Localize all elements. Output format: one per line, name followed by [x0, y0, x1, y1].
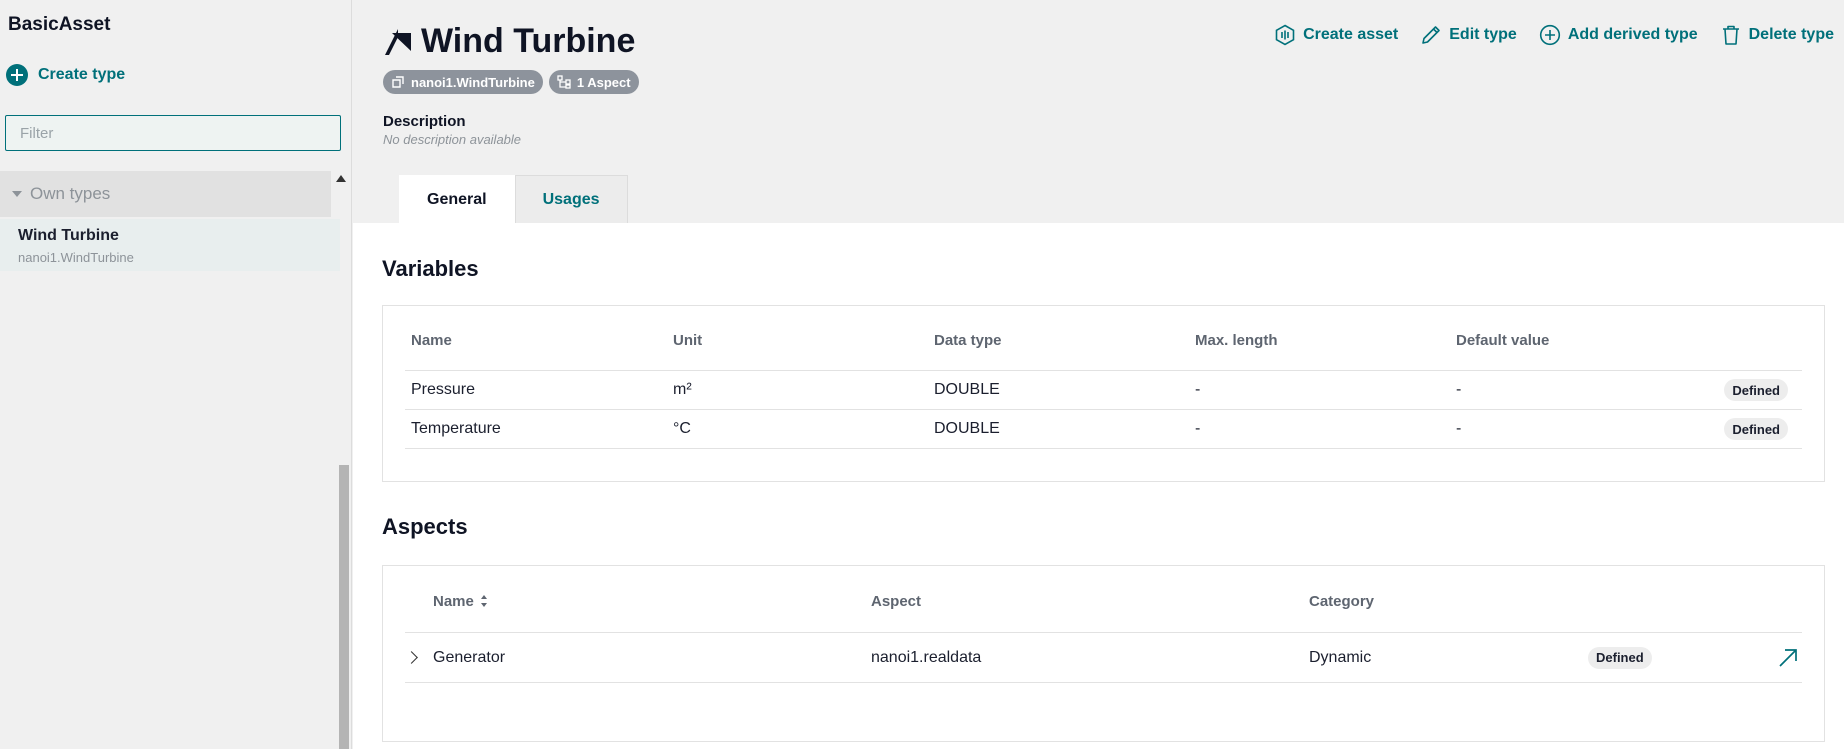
type-badges: nanoi1.WindTurbine 1 Aspect: [383, 70, 639, 94]
tab-bar: General Usages: [399, 175, 628, 223]
caret-down-icon: [12, 191, 22, 197]
open-arrow-icon[interactable]: [1777, 647, 1799, 669]
status-badge: Defined: [1588, 646, 1652, 669]
aspects-card: Name Aspect Category Generator nanoi1.re…: [382, 565, 1825, 742]
variable-name: Pressure: [411, 381, 476, 398]
sidebar-scrollbar[interactable]: [339, 465, 349, 749]
status-badge: Defined: [1724, 418, 1788, 440]
own-types-group-header[interactable]: Own types: [0, 171, 331, 217]
sidebar-item-wind-turbine[interactable]: Wind Turbine nanoi1.WindTurbine: [0, 219, 340, 271]
col-max-length: Max. length: [1195, 331, 1278, 349]
title-row: Wind Turbine: [383, 22, 635, 61]
aspects-title: Aspects: [382, 514, 468, 539]
variable-data-type: DOUBLE: [934, 381, 1000, 398]
chevron-right-icon[interactable]: [405, 651, 418, 664]
variable-default-value: -: [1456, 381, 1462, 398]
description-text: No description available: [383, 132, 522, 147]
variable-max-length: -: [1195, 420, 1201, 437]
group-label: Own types: [30, 184, 111, 203]
type-shape-icon: [392, 76, 404, 88]
filter-input[interactable]: [5, 115, 341, 151]
page-title: Wind Turbine: [421, 22, 636, 60]
delete-type-button[interactable]: Delete type: [1720, 24, 1834, 46]
aspect-count-badge: 1 Aspect: [548, 70, 639, 94]
header-actions: Create asset Edit type Add derived type …: [1274, 24, 1834, 46]
col-data-type: Data type: [934, 331, 1002, 349]
divider: [405, 682, 1802, 683]
create-asset-icon: [1275, 24, 1295, 46]
description-label: Description: [383, 113, 466, 130]
variable-data-type: DOUBLE: [934, 420, 1000, 437]
tree-item-id: nanoi1.WindTurbine: [18, 250, 134, 265]
create-asset-label: Create asset: [1303, 26, 1399, 43]
col-default-value: Default value: [1456, 331, 1550, 349]
create-type-button[interactable]: Create type: [6, 64, 125, 86]
aspect-count-badge-label: 1 Aspect: [576, 74, 631, 90]
variable-max-length: -: [1195, 381, 1201, 398]
tab-usages[interactable]: Usages: [514, 175, 628, 223]
aspects-header-row: Name Aspect Category: [405, 586, 1802, 616]
general-tab-content: Variables Name Unit Data type Max. lengt…: [353, 223, 1844, 749]
type-id-badge: nanoi1.WindTurbine: [383, 70, 543, 94]
edit-type-button[interactable]: Edit type: [1420, 24, 1517, 46]
hierarchy-icon: [557, 75, 571, 89]
variables-title: Variables: [382, 256, 479, 281]
variables-header-row: Name Unit Data type Max. length Default …: [405, 326, 1802, 354]
divider: [405, 448, 1802, 449]
aspect-aspect: nanoi1.realdata: [871, 648, 982, 666]
pencil-icon: [1422, 26, 1441, 44]
col-unit: Unit: [673, 331, 703, 349]
variable-unit: °C: [673, 420, 691, 437]
tree-item-name: Wind Turbine: [18, 227, 119, 244]
status-badge: Defined: [1724, 379, 1788, 401]
aspect-category: Dynamic: [1309, 648, 1372, 666]
scroll-up-arrow-icon[interactable]: [336, 175, 346, 182]
sidebar: BasicAsset Create type Own types Wind Tu…: [0, 0, 352, 749]
table-row[interactable]: Pressure m² DOUBLE - - Defined: [405, 371, 1802, 409]
variable-name: Temperature: [411, 420, 501, 437]
aspect-name: Generator: [433, 648, 506, 666]
edit-type-label: Edit type: [1449, 26, 1517, 43]
add-derived-type-label: Add derived type: [1567, 26, 1698, 43]
create-asset-button[interactable]: Create asset: [1274, 24, 1398, 46]
add-derived-type-button[interactable]: Add derived type: [1539, 24, 1698, 46]
sidebar-title: BasicAsset: [8, 14, 111, 35]
table-row[interactable]: Generator nanoi1.realdata Dynamic Define…: [405, 633, 1802, 682]
delete-type-label: Delete type: [1748, 26, 1834, 43]
tab-general[interactable]: General: [399, 175, 515, 223]
asset-type-icon: [385, 28, 411, 55]
variables-card: Name Unit Data type Max. length Default …: [382, 305, 1825, 482]
col-category: Category: [1309, 592, 1375, 610]
variable-default-value: -: [1456, 420, 1462, 437]
plus-circle-icon: [6, 64, 28, 86]
trash-icon: [1722, 25, 1739, 45]
plus-circle-outline-icon: [1539, 24, 1560, 46]
sort-icon: [480, 595, 487, 607]
col-name-label: Name: [433, 592, 474, 610]
variable-unit: m²: [673, 381, 692, 398]
col-name-sortable[interactable]: Name: [433, 593, 488, 610]
col-name: Name: [411, 331, 452, 349]
col-aspect: Aspect: [871, 592, 922, 610]
table-row[interactable]: Temperature °C DOUBLE - - Defined: [405, 410, 1802, 448]
type-id-badge-label: nanoi1.WindTurbine: [411, 74, 535, 90]
create-type-label: Create type: [38, 66, 126, 83]
